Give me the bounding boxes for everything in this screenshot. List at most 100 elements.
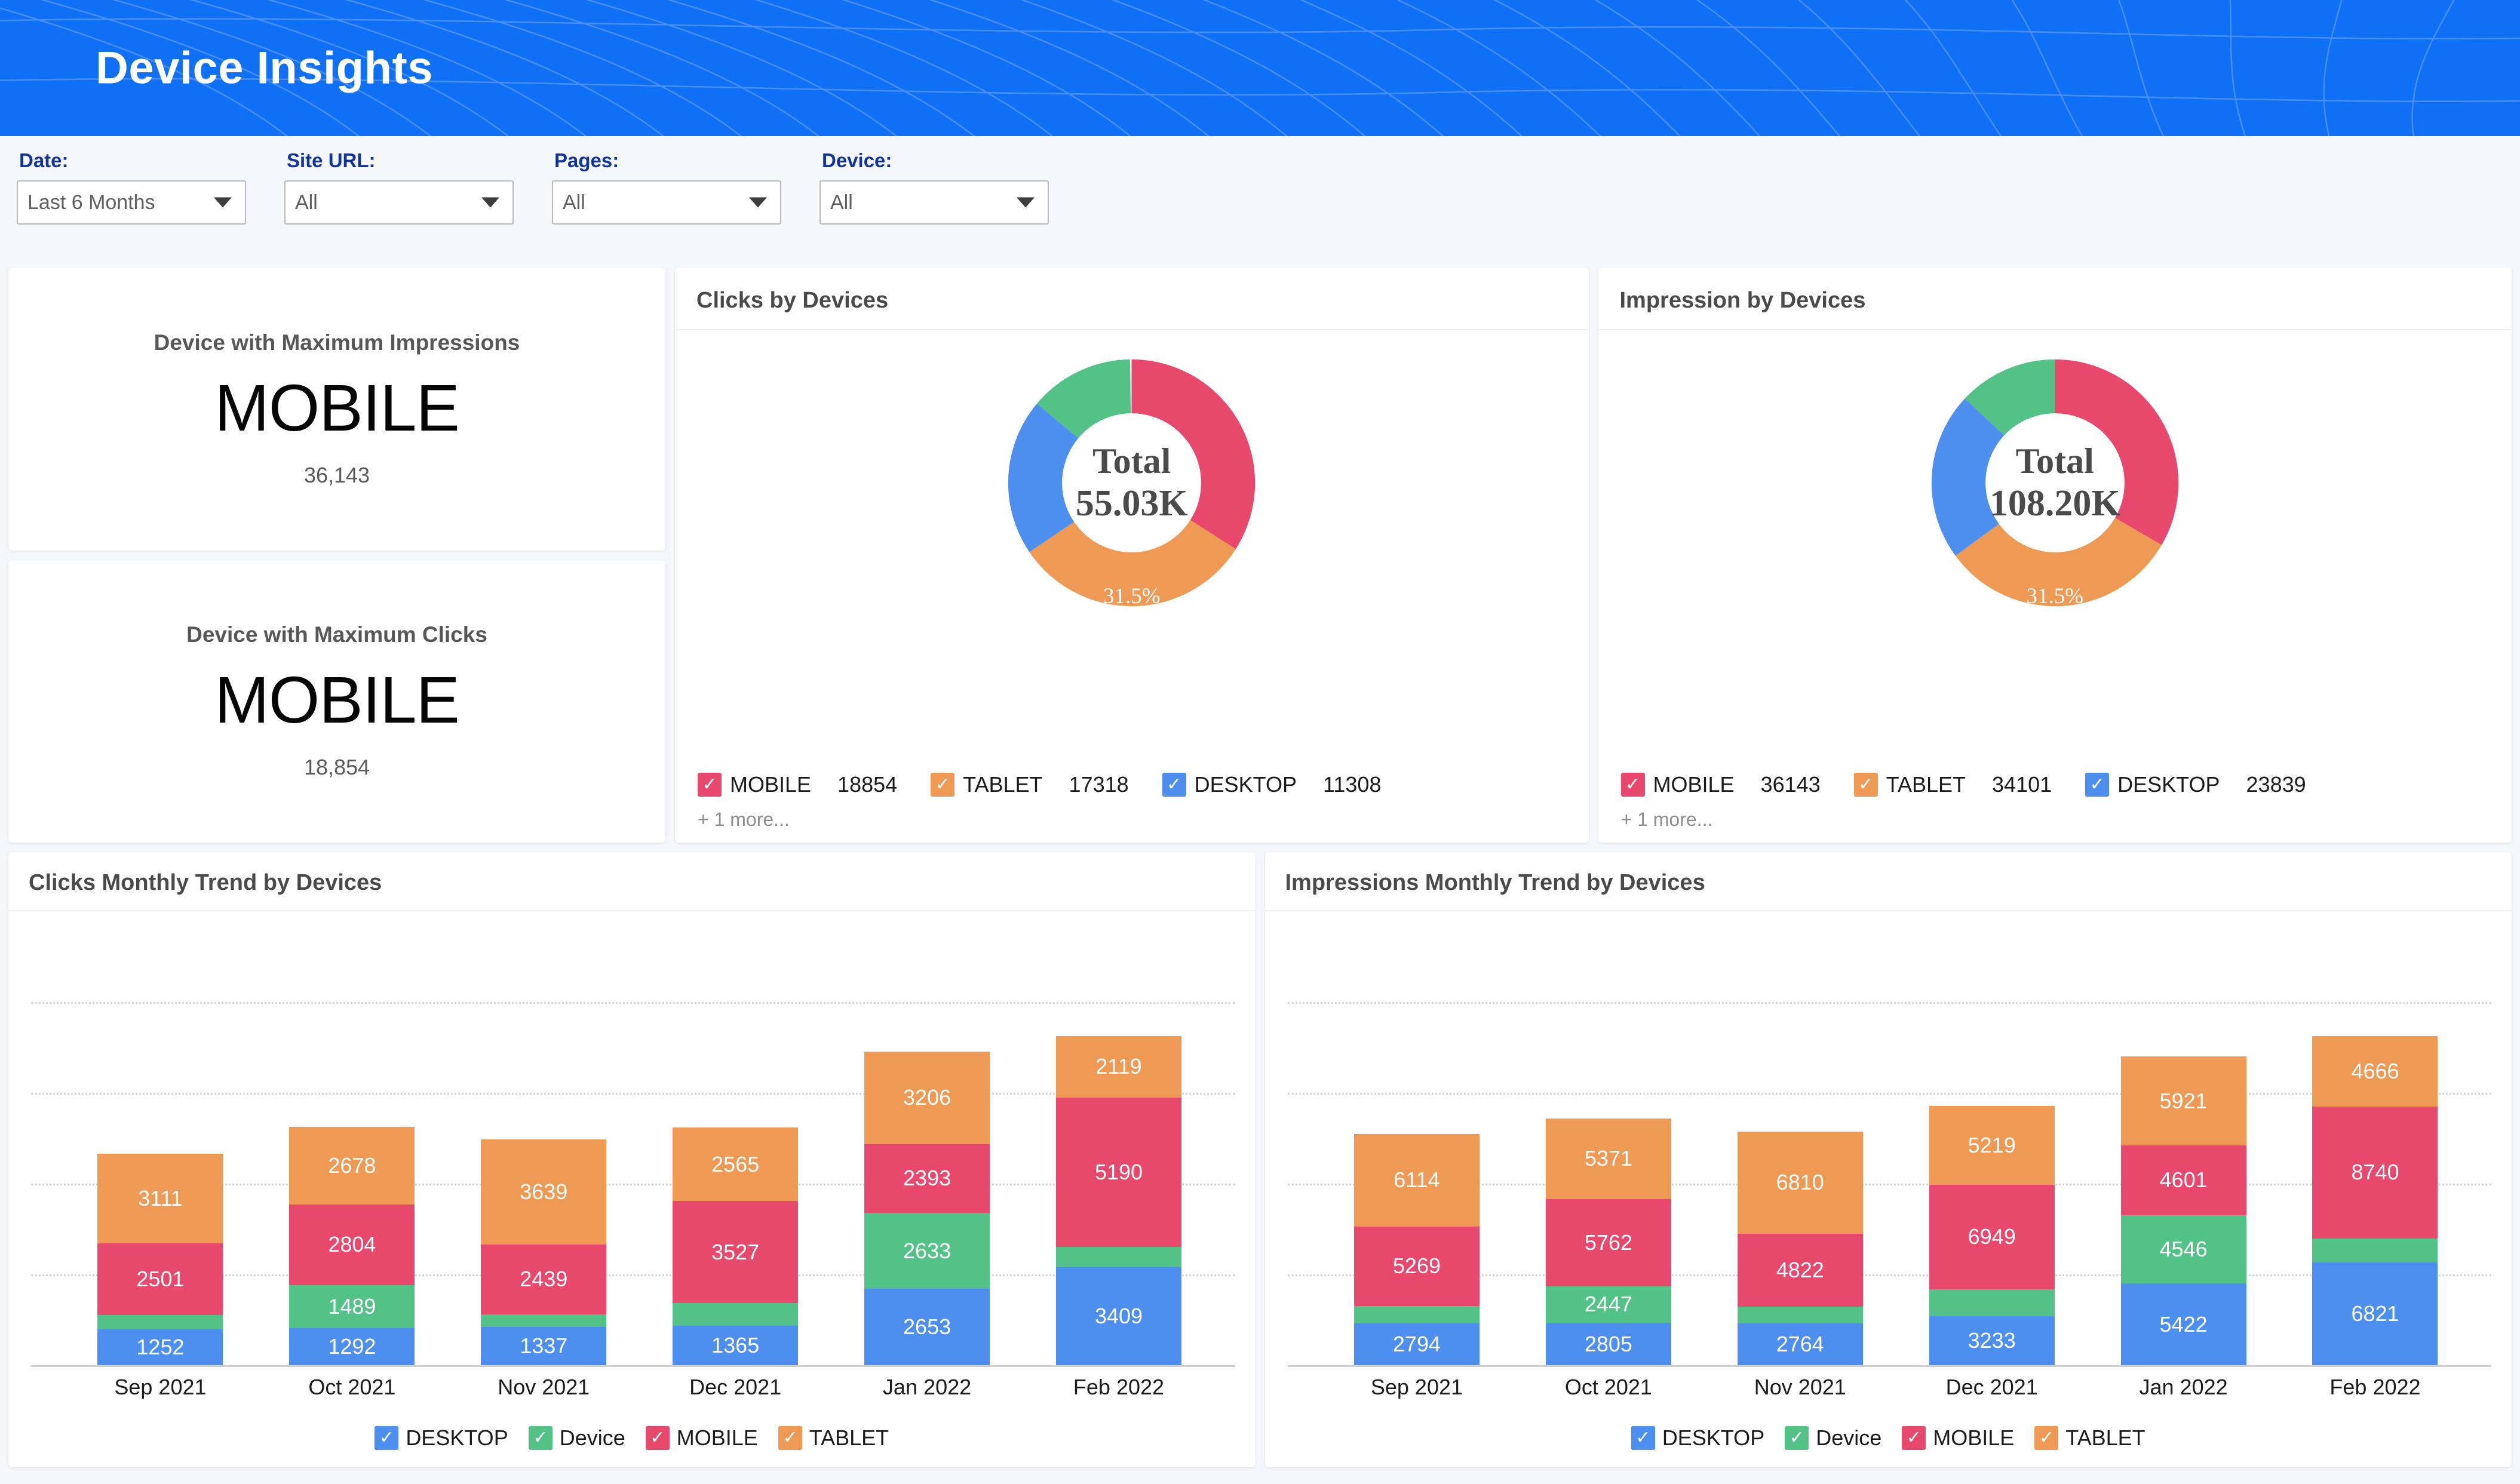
checkbox-checked-icon[interactable]: ✓ (1785, 1426, 1809, 1450)
bar-column[interactable]: 6114 5269 2794 (1353, 1134, 1480, 1365)
bar-column[interactable]: 4666 8740 6821 (2312, 1036, 2438, 1365)
bar-segment-tablet[interactable]: 5219 (1929, 1106, 2055, 1185)
bar-segment-device[interactable] (1055, 1246, 1181, 1267)
bar-segment-mobile[interactable]: 2804 (289, 1204, 415, 1285)
legend-item-mobile[interactable]: ✓ MOBILE 18854 (698, 772, 897, 797)
date-select[interactable]: Last 6 Months (17, 180, 246, 225)
bar-segment-tablet[interactable]: 3111 (97, 1153, 223, 1243)
bar-segment-desktop[interactable]: 6821 (2312, 1262, 2438, 1365)
bar-segment-tablet[interactable]: 2678 (289, 1127, 415, 1205)
bar-segment-desktop[interactable]: 1337 (481, 1326, 607, 1365)
checkbox-checked-icon[interactable]: ✓ (1631, 1426, 1655, 1450)
checkbox-checked-icon[interactable]: ✓ (2034, 1426, 2059, 1450)
bar-segment-desktop[interactable]: 1365 (673, 1326, 799, 1365)
legend-item-desktop[interactable]: ✓ DESKTOP (375, 1425, 508, 1451)
legend-item-tablet[interactable]: ✓ TABLET (2034, 1425, 2145, 1451)
bar-segment-tablet[interactable]: 2119 (1055, 1036, 1181, 1098)
bar-column[interactable]: 5219 6949 3233 (1929, 1106, 2055, 1365)
impressions-donut-chart[interactable]: Total 108.20K 31.5% (1913, 341, 2197, 625)
bar-segment-device[interactable]: 2633 (864, 1213, 990, 1289)
bar-column[interactable]: 3111 2501 1252 (97, 1153, 223, 1365)
bar-segment-device[interactable]: 2447 (1545, 1286, 1671, 1323)
bar-segment-device[interactable] (97, 1315, 223, 1329)
checkbox-checked-icon[interactable]: ✓ (2085, 773, 2110, 797)
bar-segment-desktop[interactable]: 5422 (2120, 1283, 2246, 1365)
bar-segment-device[interactable] (1737, 1307, 1863, 1324)
bar-segment-tablet[interactable]: 6114 (1353, 1134, 1480, 1227)
checkbox-checked-icon[interactable]: ✓ (778, 1426, 802, 1450)
clicks-donut-chart[interactable]: Total 55.03K 31.5% (990, 341, 1273, 625)
legend-item-mobile[interactable]: ✓ MOBILE (1902, 1425, 2014, 1451)
checkbox-checked-icon[interactable]: ✓ (1162, 773, 1186, 797)
checkbox-checked-icon[interactable]: ✓ (375, 1426, 399, 1450)
bar-segment-mobile[interactable]: 2439 (481, 1244, 607, 1315)
bar-segment-mobile[interactable]: 8740 (2312, 1107, 2438, 1239)
bar-segment-tablet[interactable]: 2565 (673, 1127, 799, 1202)
bar-segment-mobile[interactable]: 5762 (1545, 1199, 1671, 1286)
bar-segment-tablet[interactable]: 3206 (864, 1052, 990, 1144)
checkbox-checked-icon[interactable]: ✓ (1620, 773, 1645, 797)
checkbox-checked-icon[interactable]: ✓ (931, 773, 955, 797)
bar-segment-device[interactable]: 1489 (289, 1285, 415, 1328)
bar-column[interactable]: 5921 4601 4546 5422 (2120, 1056, 2246, 1365)
bar-column[interactable]: 2565 3527 1365 (673, 1127, 799, 1365)
bar-segment-desktop[interactable]: 2794 (1353, 1323, 1480, 1365)
bar-segment-tablet[interactable]: 4666 (2312, 1036, 2438, 1107)
bar-column[interactable]: 2678 2804 1489 1292 (289, 1127, 415, 1365)
bar-segment-tablet[interactable]: 5371 (1545, 1118, 1671, 1200)
bar-column[interactable]: 3206 2393 2633 2653 (864, 1052, 990, 1365)
legend-item-device[interactable]: ✓ Device (1785, 1425, 1881, 1451)
kpi-value: MOBILE (214, 663, 460, 738)
legend-more-link[interactable]: + 1 more... (698, 809, 790, 831)
bar-segment-desktop[interactable]: 2653 (864, 1289, 990, 1365)
checkbox-checked-icon[interactable]: ✓ (645, 1426, 670, 1450)
bar-segment-tablet[interactable]: 5921 (2120, 1056, 2246, 1146)
bar-segment-desktop[interactable]: 1292 (289, 1328, 415, 1365)
legend-item-mobile[interactable]: ✓ MOBILE (645, 1425, 758, 1451)
bar-segment-mobile[interactable]: 2501 (97, 1243, 223, 1316)
bar-segment-desktop[interactable]: 1252 (97, 1329, 223, 1365)
bar-segment-mobile[interactable]: 5269 (1353, 1226, 1480, 1306)
bar-segment-mobile[interactable]: 2393 (864, 1144, 990, 1213)
legend-item-tablet[interactable]: ✓ TABLET (778, 1425, 889, 1451)
checkbox-checked-icon[interactable]: ✓ (1853, 773, 1878, 797)
bar-segment-desktop[interactable]: 3233 (1929, 1316, 2055, 1365)
bar-segment-desktop[interactable]: 2805 (1545, 1323, 1671, 1365)
legend-more-link[interactable]: + 1 more... (1621, 809, 1713, 831)
bar-segment-tablet[interactable]: 6810 (1737, 1131, 1863, 1234)
bar-segment-device[interactable] (2312, 1238, 2438, 1262)
bar-segment-device[interactable]: 4546 (2120, 1215, 2246, 1284)
bar-segment-device[interactable] (481, 1314, 607, 1327)
legend-item-device[interactable]: ✓ Device (528, 1425, 625, 1451)
pages-select[interactable]: All (552, 180, 781, 225)
bar-segment-desktop[interactable]: 2764 (1737, 1323, 1863, 1365)
checkbox-checked-icon[interactable]: ✓ (1902, 1426, 1926, 1450)
device-select[interactable]: All (819, 180, 1049, 225)
bar-segment-mobile[interactable]: 4822 (1737, 1234, 1863, 1307)
bar-segment-device[interactable] (673, 1302, 799, 1326)
legend-item-desktop[interactable]: ✓ DESKTOP 11308 (1162, 772, 1382, 797)
bar-segment-mobile[interactable]: 5190 (1055, 1097, 1181, 1247)
checkbox-checked-icon[interactable]: ✓ (698, 773, 722, 797)
bar-segment-mobile[interactable]: 3527 (673, 1201, 799, 1303)
legend-item-mobile[interactable]: ✓ MOBILE 36143 (1620, 772, 1821, 797)
bar-column[interactable]: 5371 5762 2447 2805 (1545, 1118, 1671, 1365)
legend-item-desktop[interactable]: ✓ DESKTOP 23839 (2085, 772, 2306, 797)
bar-segment-mobile[interactable]: 4601 (2120, 1145, 2246, 1215)
legend-item-desktop[interactable]: ✓ DESKTOP (1631, 1425, 1764, 1451)
bar-segment-desktop[interactable]: 3409 (1055, 1267, 1181, 1365)
bar-segment-device[interactable] (1929, 1289, 2055, 1317)
site-url-select[interactable]: All (284, 180, 514, 225)
legend-label: DESKTOP (2117, 772, 2220, 797)
bar-segment-tablet[interactable]: 3639 (481, 1139, 607, 1245)
bar-column[interactable]: 3639 2439 1337 (481, 1139, 607, 1365)
checkbox-checked-icon[interactable]: ✓ (528, 1426, 553, 1450)
bar-segment-device[interactable] (1353, 1305, 1480, 1323)
legend-value: 11308 (1323, 772, 1382, 797)
bar-column[interactable]: 2119 5190 3409 (1055, 1036, 1181, 1365)
donut-slice-percent: 31.5% (1103, 584, 1161, 609)
legend-item-tablet[interactable]: ✓ TABLET 17318 (931, 772, 1129, 797)
bar-segment-mobile[interactable]: 6949 (1929, 1184, 2055, 1290)
legend-item-tablet[interactable]: ✓ TABLET 34101 (1853, 772, 2052, 797)
bar-column[interactable]: 6810 4822 2764 (1737, 1131, 1863, 1365)
